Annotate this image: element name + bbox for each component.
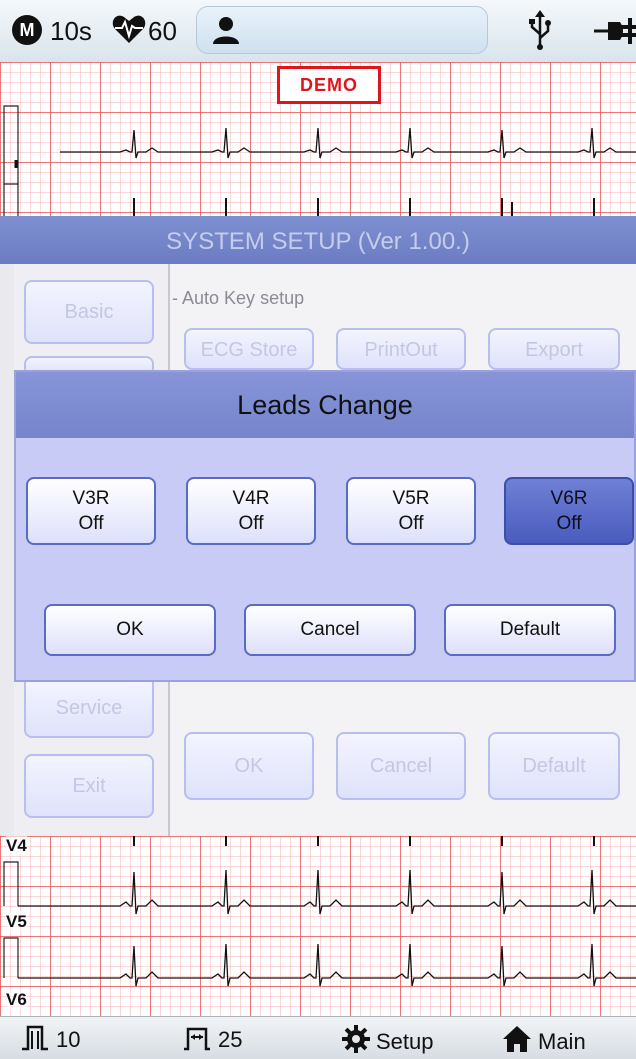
dialog-ok-button[interactable]: OK	[44, 604, 216, 656]
lead-state: Off	[556, 513, 582, 534]
main-label: Main	[538, 1029, 586, 1054]
setup-default-button[interactable]: Default	[488, 732, 620, 800]
setup-cancel-button[interactable]: Cancel	[336, 732, 466, 800]
patient-info-field[interactable]	[196, 6, 488, 54]
lead-name: V4R	[232, 488, 270, 509]
auto-key-ecg-store-button[interactable]: ECG Store	[184, 328, 314, 370]
power-plug-icon	[594, 18, 636, 44]
lead-v6r-button[interactable]: V6R Off	[504, 477, 634, 545]
usb-icon	[529, 10, 551, 50]
main-button[interactable]: Main	[502, 1025, 586, 1055]
lead-v4r-button[interactable]: V4R Off	[186, 477, 316, 545]
patient-icon	[213, 17, 239, 44]
lead-name: V5R	[392, 488, 430, 509]
ecg-trace-bottom	[3, 836, 636, 987]
lead-state: Off	[78, 513, 104, 534]
auto-key-label-text: Auto Key setup	[182, 288, 305, 308]
bottom-toolbar: 10 25 Setup Main	[0, 1016, 636, 1059]
dialog-title: Leads Change	[16, 372, 634, 438]
setup-button[interactable]: Setup	[342, 1025, 434, 1055]
setup-label: Setup	[376, 1029, 434, 1054]
system-setup-title: SYSTEM SETUP (Ver 1.00.)	[0, 216, 636, 264]
lead-label-v6: V6	[6, 990, 27, 1010]
status-bar: M 10s 60	[0, 0, 636, 62]
ecg-grid-bottom: V4 V5 V6	[0, 836, 636, 1016]
heart-rate-value: 60	[148, 16, 177, 46]
dialog-cancel-button[interactable]: Cancel	[244, 604, 416, 656]
lead-label-v5: V5	[6, 912, 27, 932]
auto-key-label: - Auto Key setup	[172, 288, 305, 308]
lead-v3r-button[interactable]: V3R Off	[26, 477, 156, 545]
ecg-grid-top: DEMO	[0, 62, 636, 216]
leads-change-dialog: Leads Change V3R Off V4R Off V5R Off V6R…	[14, 370, 636, 682]
demo-badge: DEMO	[277, 66, 381, 104]
heart-icon	[112, 15, 146, 43]
gain-value: 10	[56, 1027, 81, 1052]
lead-v5r-button[interactable]: V5R Off	[346, 477, 476, 545]
mode-badge-icon: M	[12, 15, 42, 45]
lead-name: V6R	[550, 488, 588, 509]
speed-icon	[184, 1027, 210, 1051]
speed-button[interactable]: 25	[182, 1025, 242, 1053]
lead-state: Off	[238, 513, 264, 534]
auto-key-printout-button[interactable]: PrintOut	[336, 328, 466, 370]
setup-ok-button[interactable]: OK	[184, 732, 314, 800]
menu-basic-button[interactable]: Basic	[24, 280, 154, 344]
home-icon	[503, 1026, 531, 1052]
menu-exit-button[interactable]: Exit	[24, 754, 154, 818]
duration-value: 10s	[50, 16, 92, 46]
gear-icon	[342, 1025, 370, 1053]
gain-icon	[22, 1025, 48, 1051]
menu-service-button[interactable]: Service	[24, 682, 154, 738]
lead-name: V3R	[72, 488, 110, 509]
auto-key-export-button[interactable]: Export	[488, 328, 620, 370]
speed-value: 25	[218, 1027, 243, 1052]
gain-button[interactable]: 10	[20, 1025, 80, 1053]
lead-label-v4: V4	[6, 836, 27, 856]
lead-state: Off	[398, 513, 424, 534]
dialog-default-button[interactable]: Default	[444, 604, 616, 656]
